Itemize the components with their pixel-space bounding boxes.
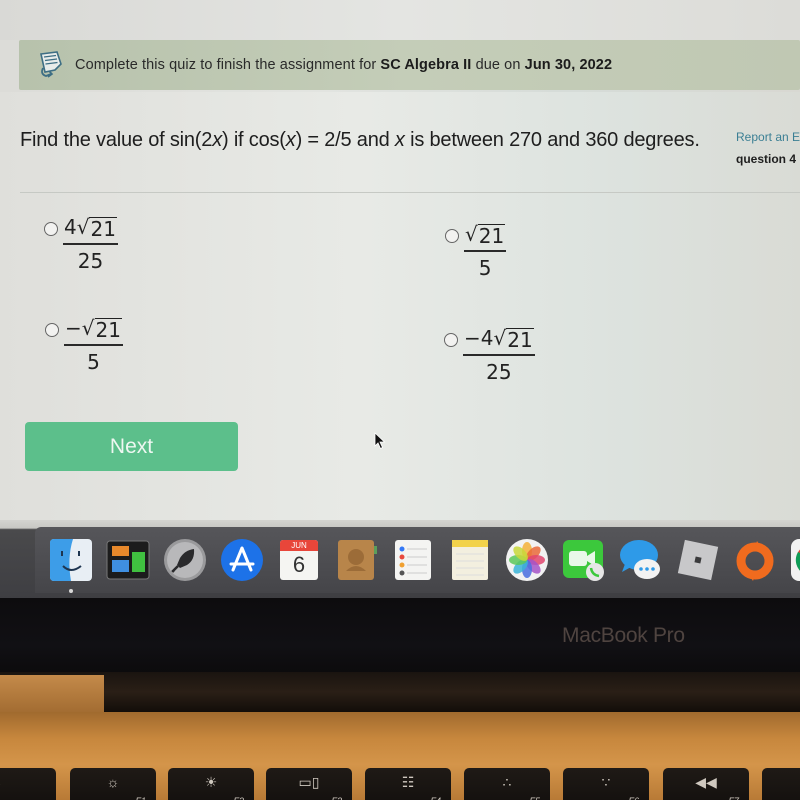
course-name: SC Algebra II — [380, 57, 472, 73]
fraction: −4 √ 21 25 — [463, 325, 535, 385]
fraction: 4 √ 21 25 — [63, 214, 118, 274]
key-label: esc — [0, 778, 56, 793]
answer-choice-d[interactable]: −4 √ 21 25 — [444, 325, 535, 385]
dock-item-roblox[interactable] — [676, 538, 720, 582]
dock-item-facetime[interactable] — [562, 538, 606, 582]
contacts-icon — [338, 540, 377, 580]
denominator: 5 — [478, 256, 492, 280]
calendar-icon: JUN 6 — [280, 540, 318, 580]
banner-text: Complete this quiz to finish the assignm… — [75, 57, 613, 73]
question-divider — [20, 192, 800, 193]
keyboard-light-up-icon: ∵ — [601, 774, 611, 790]
radio-button[interactable] — [44, 222, 58, 236]
answer-choice-a[interactable]: 4 √ 21 25 — [44, 214, 118, 274]
dock-item-reminders[interactable] — [391, 538, 435, 582]
dock-item-calendar[interactable]: JUN 6 — [277, 538, 321, 582]
calendar-day: 6 — [292, 552, 306, 577]
due-date: Jun 30, 2022 — [524, 57, 613, 73]
fn-label: F4 — [430, 796, 441, 800]
dock-item-mission-control[interactable] — [106, 538, 150, 582]
notes-icon — [452, 540, 488, 580]
fn-label: F2 — [233, 796, 244, 800]
roblox-icon — [677, 539, 719, 581]
facetime-icon — [563, 540, 604, 581]
key-f1[interactable]: ☼ F1 — [70, 768, 156, 800]
rocket-icon — [164, 539, 206, 581]
running-indicator — [69, 589, 73, 593]
dock-item-contacts[interactable] — [334, 538, 378, 582]
origin-icon — [736, 541, 774, 581]
brightness-down-icon: ☼ — [106, 774, 120, 790]
fn-label: F1 — [135, 796, 146, 800]
denominator: 5 — [87, 350, 100, 374]
laptop-hinge — [0, 672, 800, 712]
dock-item-origin[interactable] — [733, 538, 777, 582]
key-f8[interactable] — [762, 768, 800, 800]
keyboard-light-down-icon: ∴ — [502, 774, 512, 790]
sqrt-icon: √ — [81, 316, 95, 340]
dock-item-finder[interactable] — [49, 538, 93, 593]
report-error-link[interactable]: Report an Er — [736, 130, 800, 144]
fn-label: F6 — [628, 796, 639, 800]
fraction: − √ 21 5 — [64, 315, 123, 375]
key-f3[interactable]: ▭▯ F3 — [266, 768, 352, 800]
reminders-icon — [395, 540, 431, 580]
numerator: √ 21 — [465, 222, 506, 248]
question-text: Find the value of sin(2x) if cos(x) = 2/… — [20, 129, 700, 151]
sqrt-icon: √ — [76, 215, 90, 239]
laptop-hinge-edge — [0, 675, 104, 715]
brand-label: MacBook Pro — [562, 624, 685, 647]
finder-icon — [50, 539, 92, 581]
page-top-area — [0, 0, 800, 40]
dock-item-launchpad[interactable] — [163, 538, 207, 582]
key-f7[interactable]: ◀◀ F7 — [663, 768, 749, 800]
fraction: √ 21 5 — [464, 221, 507, 281]
assignment-icon — [40, 51, 62, 78]
numerator: −4 √ 21 — [464, 326, 534, 352]
radio-button[interactable] — [45, 323, 59, 337]
assignment-banner: Complete this quiz to finish the assignm… — [19, 40, 800, 90]
launchpad-key-icon: ☷ — [401, 774, 415, 790]
numerator: 4 √ 21 — [64, 215, 117, 241]
dock-item-chrome[interactable] — [790, 538, 800, 582]
dock-item-photos[interactable] — [505, 538, 549, 582]
fn-label: F7 — [728, 796, 739, 800]
dock-item-notes[interactable] — [448, 538, 492, 582]
radio-button[interactable] — [444, 333, 458, 347]
dock: JUN 6 — [35, 527, 800, 593]
dock-item-messages[interactable] — [619, 538, 663, 582]
mission-control-icon — [106, 540, 150, 580]
mission-control-key-icon: ▭▯ — [298, 774, 320, 790]
key-f5[interactable]: ∴ F5 — [464, 768, 550, 800]
next-button[interactable]: Next — [25, 422, 238, 471]
question-number-label: question 4 — [736, 152, 797, 166]
dock-item-app-store[interactable] — [220, 538, 264, 582]
photos-icon — [506, 539, 548, 581]
calendar-month: JUN — [280, 540, 318, 551]
mouse-cursor-icon — [374, 432, 386, 450]
screen: Complete this quiz to finish the assignm… — [0, 0, 800, 600]
app-store-icon — [221, 539, 263, 581]
key-esc[interactable]: esc — [0, 768, 56, 800]
sqrt-icon: √ — [465, 222, 478, 246]
fn-label: F3 — [331, 796, 342, 800]
rewind-icon: ◀◀ — [695, 774, 717, 790]
answer-choice-b[interactable]: √ 21 5 — [445, 221, 507, 281]
answer-choice-c[interactable]: − √ 21 5 — [45, 315, 123, 375]
numerator: − √ 21 — [65, 316, 122, 342]
chrome-icon — [791, 539, 800, 581]
key-f4[interactable]: ☷ F4 — [365, 768, 451, 800]
key-f6[interactable]: ∵ F6 — [563, 768, 649, 800]
radio-button[interactable] — [445, 229, 459, 243]
messages-icon — [620, 540, 660, 579]
denominator: 25 — [486, 360, 512, 384]
brightness-up-icon: ☀ — [204, 774, 218, 790]
key-f2[interactable]: ☀ F2 — [168, 768, 254, 800]
denominator: 25 — [77, 249, 104, 273]
sqrt-icon: √ — [493, 326, 507, 350]
fn-label: F5 — [529, 796, 540, 800]
